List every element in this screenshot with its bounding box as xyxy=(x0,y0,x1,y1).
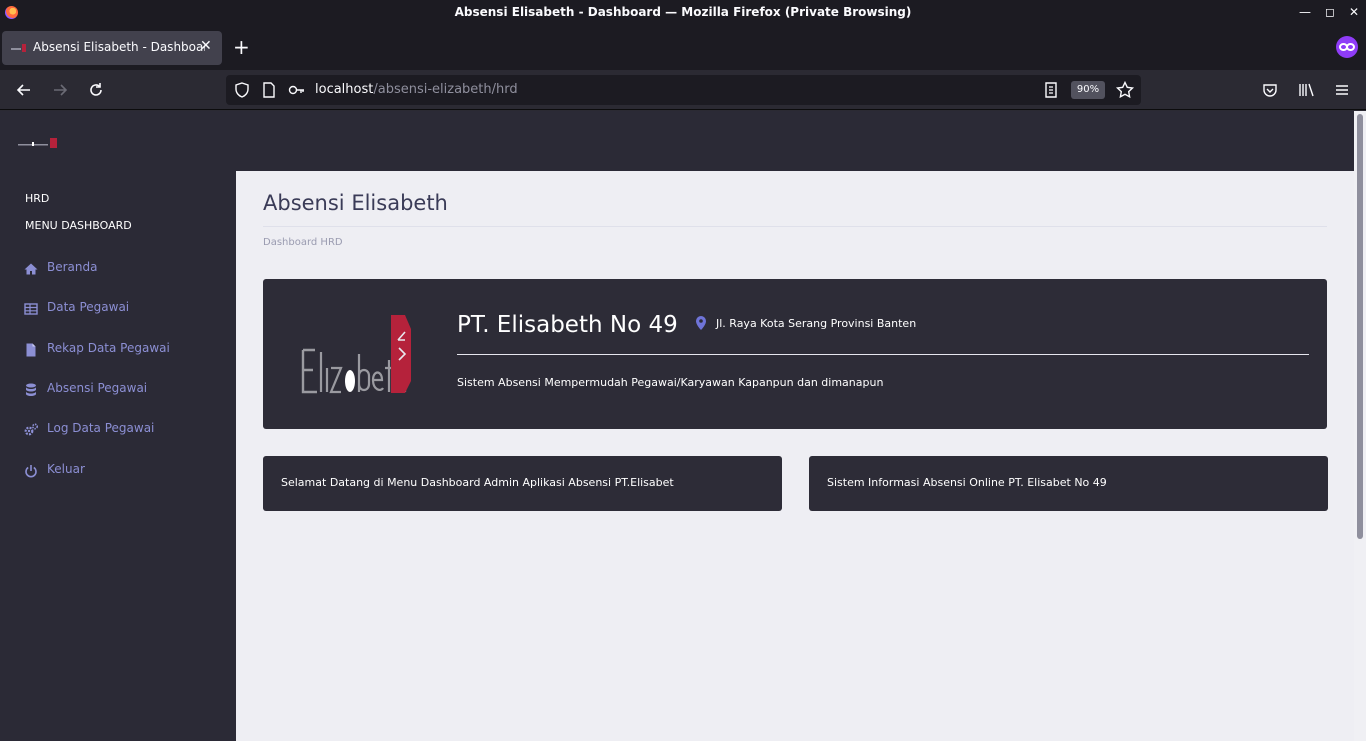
info-card-text: Sistem Informasi Absensi Online PT. Elis… xyxy=(827,476,1107,489)
web-page: HRD MENU DASHBOARD Beranda Data Pegawai … xyxy=(0,111,1366,741)
sidebar-item-data-pegawai[interactable]: Data Pegawai xyxy=(0,295,236,323)
tab-title: Absensi Elisabeth - Dashboard xyxy=(33,40,205,54)
page-title: Absensi Elisabeth xyxy=(263,191,448,215)
sidebar-item-label: Beranda xyxy=(47,260,98,274)
key-icon[interactable] xyxy=(287,80,307,100)
url-bar[interactable]: localhost/absensi-elizabeth/hrd 90% xyxy=(226,75,1141,105)
maximize-icon[interactable]: ◻ xyxy=(1322,4,1338,20)
company-address: Jl. Raya Kota Serang Provinsi Banten xyxy=(716,317,917,330)
welcome-card: Selamat Datang di Menu Dashboard Admin A… xyxy=(263,456,782,511)
breadcrumb: Dashboard HRD xyxy=(263,237,343,248)
tab-close-icon[interactable]: ✕ xyxy=(200,38,212,54)
sidebar-item-label: Absensi Pegawai xyxy=(47,381,148,395)
page-info-icon[interactable] xyxy=(259,80,279,100)
sidebar-item-label: Keluar xyxy=(47,462,85,476)
bookmark-star-icon[interactable] xyxy=(1115,80,1135,100)
tab-strip: Absensi Elisabeth - Dashboard ✕ + xyxy=(0,26,1366,70)
window-title: Absensi Elisabeth - Dashboard — Mozilla … xyxy=(454,5,912,19)
minimize-icon[interactable]: — xyxy=(1297,4,1313,20)
info-card: Sistem Informasi Absensi Online PT. Elis… xyxy=(809,456,1328,511)
map-pin-icon xyxy=(696,316,706,330)
file-icon xyxy=(26,343,36,357)
welcome-card-text: Selamat Datang di Menu Dashboard Admin A… xyxy=(281,476,674,489)
reader-view-icon[interactable] xyxy=(1041,80,1061,100)
sidebar-item-label: Data Pegawai xyxy=(47,300,130,314)
company-tagline: Sistem Absensi Mempermudah Pegawai/Karya… xyxy=(457,376,884,389)
private-browsing-icon xyxy=(1336,36,1358,58)
gears-icon xyxy=(24,423,38,436)
reload-icon[interactable] xyxy=(86,80,106,100)
sidebar-item-keluar[interactable]: Keluar xyxy=(0,457,236,485)
page-scrollbar[interactable] xyxy=(1354,111,1366,741)
back-arrow-icon[interactable] xyxy=(14,80,34,100)
sidebar-item-label: Rekap Data Pegawai xyxy=(47,341,170,355)
sidebar-item-absensi-pegawai[interactable]: Absensi Pegawai xyxy=(0,376,236,404)
app-topbar xyxy=(0,111,1354,171)
company-logo xyxy=(301,315,411,394)
new-tab-icon[interactable]: + xyxy=(233,35,250,59)
company-banner: PT. Elisabeth No 49 Jl. Raya Kota Serang… xyxy=(263,279,1327,429)
banner-divider xyxy=(457,354,1309,355)
hamburger-menu-icon[interactable] xyxy=(1332,80,1352,100)
table-icon xyxy=(24,303,38,315)
forward-arrow-icon[interactable] xyxy=(50,80,70,100)
tab-active[interactable]: Absensi Elisabeth - Dashboard ✕ xyxy=(2,31,222,65)
sidebar-item-rekap-data-pegawai[interactable]: Rekap Data Pegawai xyxy=(0,336,236,364)
sidebar-item-beranda[interactable]: Beranda xyxy=(0,255,236,283)
power-icon xyxy=(25,465,37,478)
sidebar-role-heading: HRD xyxy=(25,192,50,205)
navigation-toolbar: localhost/absensi-elizabeth/hrd 90% xyxy=(0,70,1366,110)
zoom-level-badge[interactable]: 90% xyxy=(1071,81,1105,99)
sidebar-item-label: Log Data Pegawai xyxy=(47,421,155,435)
close-window-icon[interactable]: ✕ xyxy=(1346,4,1362,20)
sidebar-item-log-data-pegawai[interactable]: Log Data Pegawai xyxy=(0,416,236,444)
site-favicon-icon xyxy=(11,44,26,52)
library-icon[interactable] xyxy=(1296,80,1316,100)
home-icon xyxy=(24,263,38,275)
scrollbar-thumb[interactable] xyxy=(1357,114,1363,539)
url-text: localhost/absensi-elizabeth/hrd xyxy=(315,82,518,97)
database-icon xyxy=(26,383,36,396)
company-name: PT. Elisabeth No 49 xyxy=(457,312,678,338)
sidebar-menu-heading: MENU DASHBOARD xyxy=(25,219,132,232)
sidebar: HRD MENU DASHBOARD Beranda Data Pegawai … xyxy=(0,171,236,741)
shield-icon[interactable] xyxy=(232,80,252,100)
title-divider xyxy=(263,226,1327,227)
brand-logo[interactable] xyxy=(18,137,58,149)
window-titlebar: Absensi Elisabeth - Dashboard — Mozilla … xyxy=(0,0,1366,26)
pocket-icon[interactable] xyxy=(1260,80,1280,100)
